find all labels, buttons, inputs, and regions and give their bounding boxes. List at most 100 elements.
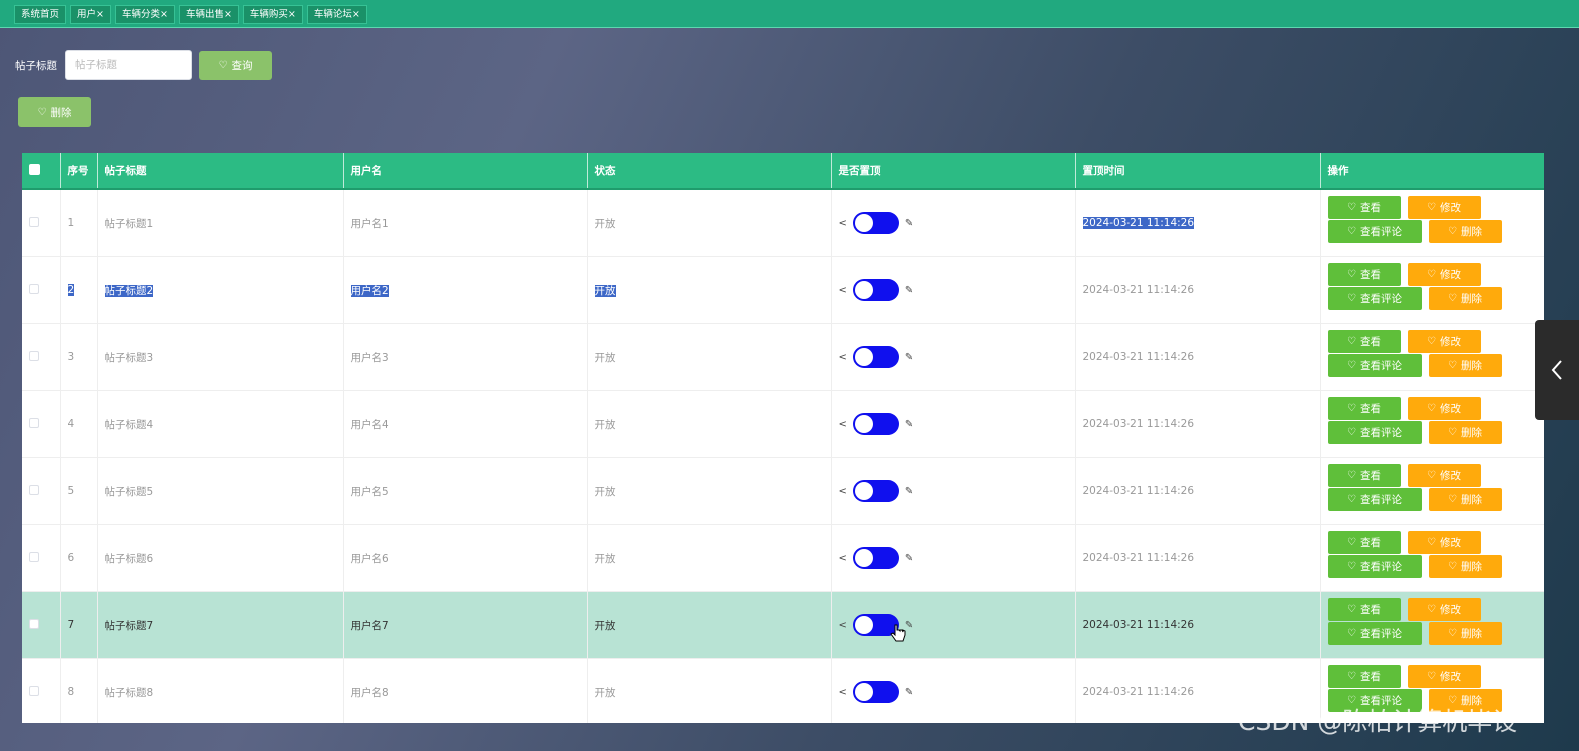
table-row[interactable]: 1 帖子标题1 用户名1 开放 < ✎ 2024-03-21 11:14:26 ♡ 查看 ♡ 修改 ♡… — [22, 189, 1544, 257]
pencil-icon[interactable]: ✎ — [905, 218, 913, 229]
edit-button[interactable]: ♡ 修改 — [1407, 263, 1481, 286]
tab-home[interactable]: 系统首页 — [14, 5, 67, 24]
table-row[interactable]: 7 帖子标题7 用户名7 开放 < ✎ 2024-03-21 11:14:26 ♡ 查看 ♡ 修改 ♡… — [22, 591, 1544, 659]
pinned-switch[interactable] — [852, 480, 899, 502]
delete-button[interactable]: ♡ 删除 — [1428, 622, 1502, 645]
sidebar-collapse-handle[interactable] — [1535, 320, 1579, 420]
row-checkbox[interactable] — [29, 551, 39, 562]
col-header-username[interactable]: 用户名 — [343, 153, 588, 190]
row-checkbox[interactable] — [29, 350, 39, 361]
view-comments-button[interactable]: ♡ 查看评论 — [1327, 354, 1422, 377]
row-checkbox[interactable] — [29, 484, 39, 495]
delete-button[interactable]: ♡ 删除 — [1428, 488, 1502, 511]
table-row[interactable]: 6 帖子标题6 用户名6 开放 < ✎ 2024-03-21 11:14:26 ♡ 查看 ♡ 修改 ♡… — [22, 524, 1544, 592]
view-button[interactable]: ♡ 查看 — [1327, 531, 1401, 554]
share-icon: < — [838, 284, 847, 296]
batch-delete-button[interactable]: ♡ 删除 — [18, 97, 91, 127]
view-comments-button[interactable]: ♡ 查看评论 — [1327, 421, 1422, 444]
pencil-icon[interactable]: ✎ — [905, 620, 913, 631]
pin-time-cell: 2024-03-21 11:14:26 — [1075, 591, 1321, 659]
col-header-no[interactable]: 序号 — [60, 153, 98, 190]
delete-button[interactable]: ♡ 删除 — [1428, 421, 1502, 444]
no-cell: 8 — [60, 658, 98, 723]
delete-button[interactable]: ♡ 删除 — [1428, 287, 1502, 310]
col-header-pinned[interactable]: 是否置顶 — [831, 153, 1076, 190]
cell-time: 2024-03-21 11:14:26 — [1082, 351, 1195, 363]
pencil-icon[interactable]: ✎ — [905, 486, 913, 497]
tab-vehicle-forum[interactable]: 车辆论坛× — [306, 5, 367, 24]
row-checkbox[interactable] — [29, 417, 39, 428]
view-comments-button[interactable]: ♡ 查看评论 — [1327, 287, 1422, 310]
view-button[interactable]: ♡ 查看 — [1327, 330, 1401, 353]
cell-status: 开放 — [594, 552, 616, 565]
edit-button[interactable]: ♡ 修改 — [1407, 196, 1481, 219]
row-checkbox[interactable] — [29, 685, 39, 696]
delete-button[interactable]: ♡ 删除 — [1428, 220, 1502, 243]
view-comments-button[interactable]: ♡ 查看评论 — [1327, 488, 1422, 511]
pencil-icon[interactable]: ✎ — [905, 553, 913, 564]
edit-button[interactable]: ♡ 修改 — [1407, 598, 1481, 621]
table-row[interactable]: 2 帖子标题2 用户名2 开放 < ✎ 2024-03-21 11:14:26 ♡ 查看 ♡ 修改 ♡… — [22, 256, 1544, 324]
pencil-icon[interactable]: ✎ — [905, 285, 913, 296]
pencil-icon[interactable]: ✎ — [905, 352, 913, 363]
delete-button[interactable]: ♡ 删除 — [1428, 555, 1502, 578]
cell-user: 用户名1 — [350, 217, 389, 230]
tab-strip: 系统首页 用户× 车辆分类× 车辆出售× 车辆购买× 车辆论坛× — [0, 0, 1579, 24]
share-icon: < — [838, 418, 847, 430]
view-button[interactable]: ♡ 查看 — [1327, 196, 1401, 219]
col-header-pin-time[interactable]: 置顶时间 — [1075, 153, 1321, 190]
tab-vehicle-category[interactable]: 车辆分类× — [114, 5, 175, 24]
pinned-cell: < ✎ — [831, 457, 1076, 525]
cell-time: 2024-03-21 11:14:26 — [1082, 619, 1195, 631]
delete-button[interactable]: ♡ 删除 — [1428, 354, 1502, 377]
pinned-switch[interactable] — [852, 547, 899, 569]
view-comments-button[interactable]: ♡ 查看评论 — [1327, 622, 1422, 645]
view-button[interactable]: ♡ 查看 — [1327, 464, 1401, 487]
edit-button[interactable]: ♡ 修改 — [1407, 330, 1481, 353]
row-checkbox[interactable] — [29, 283, 39, 294]
edit-button[interactable]: ♡ 修改 — [1407, 531, 1481, 554]
view-button[interactable]: ♡ 查看 — [1327, 263, 1401, 286]
pencil-icon[interactable]: ✎ — [905, 687, 913, 698]
pinned-switch[interactable] — [852, 279, 899, 301]
pinned-switch[interactable] — [852, 681, 899, 703]
pinned-cell: < ✎ — [831, 189, 1076, 257]
watermark: CSDN @陈柏计算机毕设 — [1238, 707, 1518, 736]
username-cell: 用户名2 — [343, 256, 588, 324]
table-row[interactable]: 3 帖子标题3 用户名3 开放 < ✎ 2024-03-21 11:14:26 ♡ 查看 ♡ 修改 ♡… — [22, 323, 1544, 391]
table-row[interactable]: 4 帖子标题4 用户名4 开放 < ✎ 2024-03-21 11:14:26 ♡ 查看 ♡ 修改 ♡… — [22, 390, 1544, 458]
row-checkbox[interactable] — [29, 618, 39, 629]
share-icon: < — [838, 686, 847, 698]
query-button[interactable]: ♡ 查询 — [199, 51, 272, 80]
edit-button[interactable]: ♡ 修改 — [1407, 665, 1481, 688]
pencil-icon[interactable]: ✎ — [905, 419, 913, 430]
row-checkbox[interactable] — [29, 216, 39, 227]
delete-label: 删除 — [1460, 494, 1482, 506]
search-input[interactable] — [65, 50, 192, 80]
view-button[interactable]: ♡ 查看 — [1327, 598, 1401, 621]
heart-icon: ♡ — [37, 106, 47, 118]
col-header-title[interactable]: 帖子标题 — [97, 153, 344, 190]
tab-vehicle-sale[interactable]: 车辆出售× — [178, 5, 239, 24]
tab-users[interactable]: 用户× — [70, 5, 111, 24]
heart-icon: ♡ — [1347, 226, 1356, 237]
tab-vehicle-purchase[interactable]: 车辆购买× — [242, 5, 303, 24]
heart-icon: ♡ — [1427, 604, 1436, 615]
pinned-switch[interactable] — [852, 212, 899, 234]
view-button[interactable]: ♡ 查看 — [1327, 665, 1401, 688]
edit-button[interactable]: ♡ 修改 — [1407, 464, 1481, 487]
row-select-cell — [22, 256, 61, 324]
row-actions: ♡ 查看 ♡ 修改 ♡ 查看评论 ♡ 删除 — [1327, 196, 1528, 250]
col-header-status[interactable]: 状态 — [587, 153, 832, 190]
table-row[interactable]: 5 帖子标题5 用户名5 开放 < ✎ 2024-03-21 11:14:26 ♡ 查看 ♡ 修改 ♡… — [22, 457, 1544, 525]
pinned-switch[interactable] — [852, 413, 899, 435]
view-comments-button[interactable]: ♡ 查看评论 — [1327, 555, 1422, 578]
select-all-checkbox[interactable] — [29, 163, 40, 175]
edit-label: 修改 — [1439, 470, 1461, 482]
edit-button[interactable]: ♡ 修改 — [1407, 397, 1481, 420]
view-comments-button[interactable]: ♡ 查看评论 — [1327, 220, 1422, 243]
edit-label: 修改 — [1439, 269, 1461, 281]
top-tab-bar: 系统首页 用户× 车辆分类× 车辆出售× 车辆购买× 车辆论坛× — [0, 0, 1579, 28]
pinned-switch[interactable] — [852, 346, 899, 368]
view-button[interactable]: ♡ 查看 — [1327, 397, 1401, 420]
